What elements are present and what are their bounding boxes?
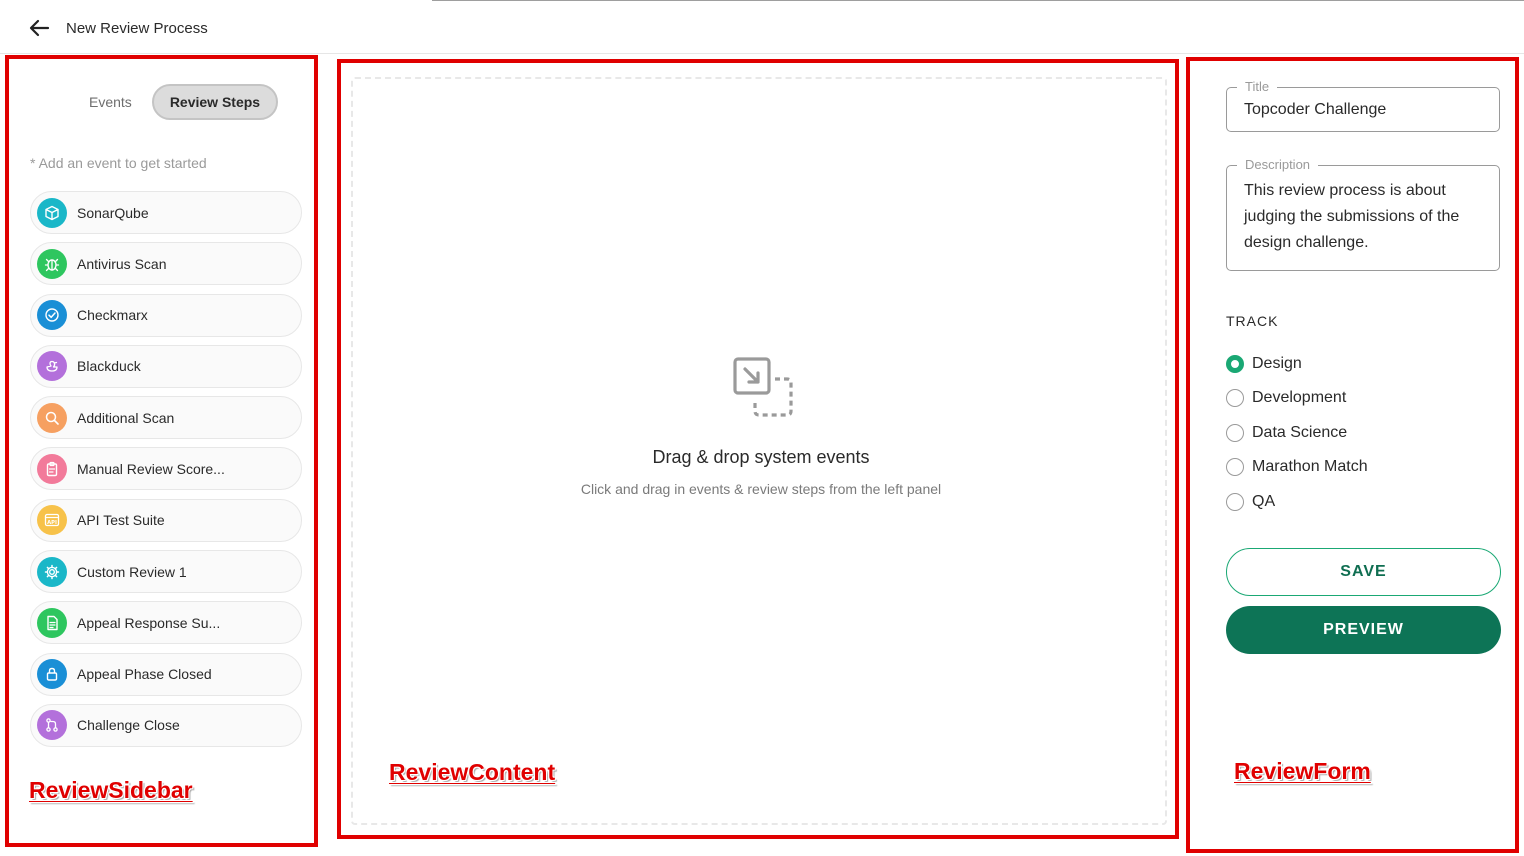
track-option-label: Design (1252, 355, 1302, 372)
title-input[interactable]: Topcoder Challenge (1244, 101, 1386, 119)
event-label: Appeal Phase Closed (77, 666, 212, 683)
track-label: TRACK (1226, 313, 1279, 329)
track-option-development[interactable]: Development (1226, 389, 1346, 407)
event-label: API Test Suite (77, 512, 165, 529)
event-item-sonarqube[interactable]: SonarQube (30, 191, 302, 234)
track-option-data-science[interactable]: Data Science (1226, 424, 1347, 442)
description-input[interactable]: This review process is about judging the… (1244, 178, 1484, 256)
track-option-label: Development (1252, 389, 1347, 406)
radio-button[interactable] (1226, 355, 1244, 373)
event-item-challenge-close[interactable]: Challenge Close (30, 703, 302, 747)
track-option-label: Marathon Match (1252, 458, 1368, 475)
track-option-design[interactable]: Design (1226, 355, 1302, 373)
event-label: Blackduck (77, 358, 141, 375)
track-option-qa[interactable]: QA (1226, 493, 1275, 511)
radio-button[interactable] (1226, 389, 1244, 407)
check-circle-icon (37, 300, 67, 331)
save-button[interactable]: SAVE (1226, 548, 1501, 596)
event-item-api-test-suite[interactable]: API API Test Suite (30, 498, 302, 542)
clipboard-icon (37, 453, 67, 484)
event-item-custom-review-1[interactable]: Custom Review 1 (30, 550, 302, 594)
gear-icon (37, 556, 67, 587)
back-button[interactable] (26, 14, 56, 42)
lock-icon (37, 659, 67, 690)
event-item-manual-review-score[interactable]: Manual Review Score... (30, 447, 302, 491)
api-icon: API (37, 505, 67, 536)
drop-zone[interactable]: Drag & drop system events Click and drag… (351, 77, 1167, 825)
event-item-appeal-response-su[interactable]: Appeal Response Su... (30, 601, 302, 645)
title-field-label: Title (1237, 79, 1278, 94)
dropzone-title: Drag & drop system events (652, 447, 870, 467)
radio-button[interactable] (1226, 458, 1244, 476)
search-icon (37, 402, 67, 433)
review-content: Drag & drop system events Click and drag… (337, 59, 1179, 839)
track-option-label: QA (1252, 493, 1276, 510)
document-icon (37, 607, 67, 638)
event-label: Antivirus Scan (77, 255, 167, 272)
tab-review-steps[interactable]: Review Steps (151, 83, 279, 120)
event-label: Appeal Response Su... (77, 614, 221, 631)
event-label: Manual Review Score... (77, 460, 225, 477)
track-option-label: Data Science (1252, 424, 1348, 441)
sidebar-tabs: Events Review Steps (73, 83, 279, 120)
event-label: Challenge Close (77, 717, 180, 734)
sidebar-hint: * Add an event to get started (30, 155, 207, 171)
preview-button[interactable]: PREVIEW (1226, 606, 1501, 654)
radio-button[interactable] (1226, 493, 1244, 511)
top-border-right (432, 0, 1524, 1)
cube-icon (37, 197, 67, 228)
review-form: Title Topcoder Challenge Description Thi… (1186, 57, 1519, 853)
sidebar-annotation: ReviewSidebar (29, 777, 193, 803)
arrow-left-icon (29, 19, 50, 37)
event-item-appeal-phase-closed[interactable]: Appeal Phase Closed (30, 652, 302, 696)
event-item-additional-scan[interactable]: Additional Scan (30, 396, 302, 440)
drag-drop-icon (733, 357, 793, 417)
merge-icon (37, 710, 67, 741)
event-label: SonarQube (77, 204, 149, 221)
form-annotation: ReviewForm (1234, 758, 1371, 784)
event-item-antivirus-scan[interactable]: Antivirus Scan (30, 242, 302, 286)
duck-icon (37, 351, 67, 382)
title-field[interactable]: Title Topcoder Challenge (1226, 79, 1500, 132)
event-label: Additional Scan (77, 409, 175, 426)
content-annotation: ReviewContent (389, 759, 556, 785)
radio-button[interactable] (1226, 424, 1244, 442)
event-item-blackduck[interactable]: Blackduck (30, 344, 302, 388)
description-field-label: Description (1237, 157, 1319, 172)
bug-icon (37, 248, 67, 279)
event-label: Checkmarx (77, 307, 148, 324)
event-label: Custom Review 1 (77, 563, 187, 580)
page-title: New Review Process (66, 20, 208, 37)
dropzone-subtitle: Click and drag in events & review steps … (580, 481, 942, 497)
event-item-checkmarx[interactable]: Checkmarx (30, 293, 302, 337)
tab-events[interactable]: Events (73, 84, 148, 120)
event-list: SonarQube Antivirus Scan Checkmarx Blackduc… (30, 191, 302, 755)
page-header: New Review Process (0, 0, 1524, 54)
track-option-marathon-match[interactable]: Marathon Match (1226, 458, 1368, 476)
svg-text:API: API (47, 520, 57, 526)
review-sidebar: Events Review Steps * Add an event to ge… (5, 55, 318, 847)
description-field[interactable]: Description This review process is about… (1226, 157, 1500, 271)
